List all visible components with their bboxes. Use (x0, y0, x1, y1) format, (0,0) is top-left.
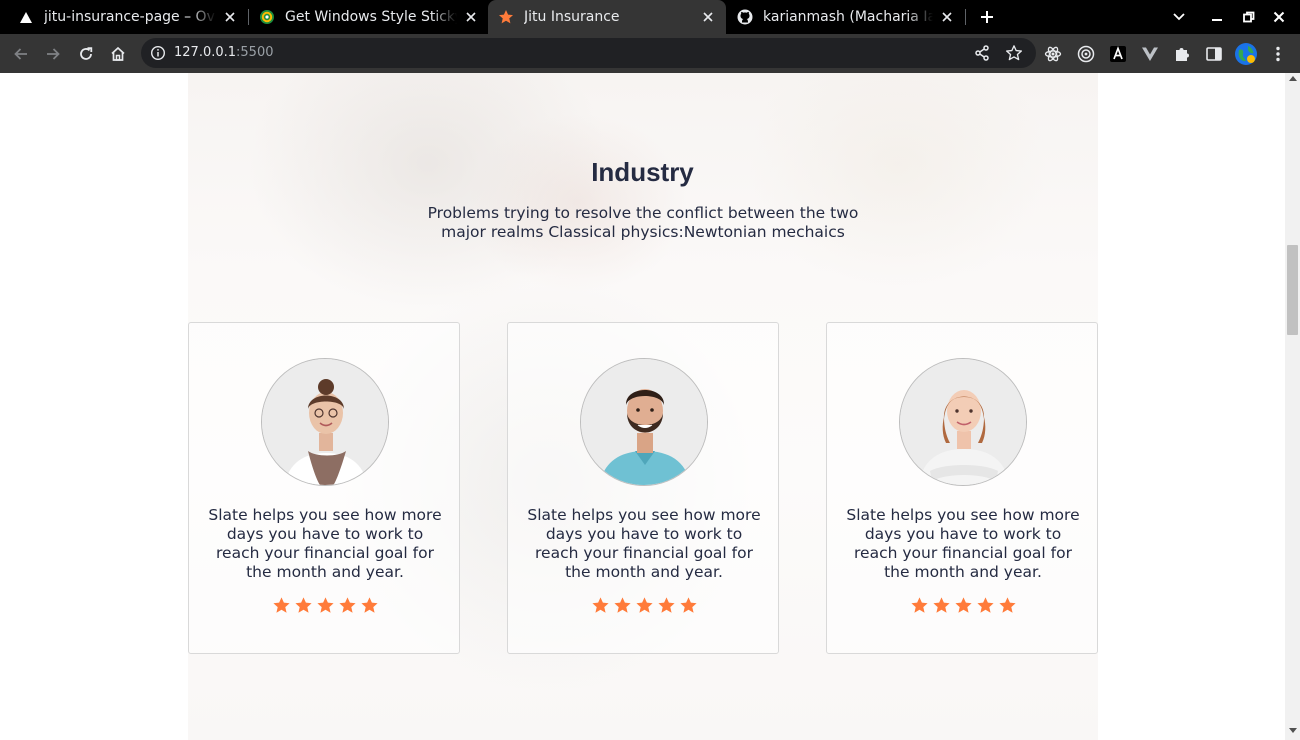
restore-icon (1243, 11, 1255, 23)
star-icon (613, 597, 631, 613)
star-icon (635, 597, 653, 613)
react-devtools-icon[interactable] (1043, 44, 1063, 64)
share-icon[interactable] (973, 44, 991, 62)
url-port: :5500 (236, 45, 274, 60)
woman-arms-crossed-portrait (900, 359, 1026, 485)
star-icon (360, 597, 378, 613)
star-icon (954, 597, 972, 613)
scroll-down-arrow-icon[interactable] (1285, 728, 1300, 738)
testimonial-text: Slate helps you see how more days you ha… (527, 506, 761, 581)
star-icon (998, 597, 1016, 613)
scrollbar-thumb[interactable] (1287, 245, 1298, 335)
profile-avatar[interactable] (1234, 42, 1258, 66)
menu-button[interactable] (1268, 44, 1288, 64)
letter-a-extension-icon[interactable] (1108, 44, 1128, 64)
url-host: 127.0.0.1 (174, 45, 237, 60)
star-rating (189, 596, 461, 615)
profile-globe-icon (1235, 43, 1257, 65)
forward-button[interactable] (41, 42, 65, 66)
testimonial-card: Slate helps you see how more days you ha… (507, 322, 779, 654)
avatar (899, 358, 1027, 486)
close-icon[interactable] (461, 7, 481, 27)
star-icon (910, 597, 928, 613)
tab-title: karianmash (Macharia Ian) (763, 9, 933, 25)
minimize-button[interactable] (1207, 7, 1227, 27)
github-icon (737, 9, 753, 25)
testimonial-text: Slate helps you see how more days you ha… (208, 506, 442, 581)
home-icon (111, 46, 125, 61)
puzzle-extensions-icon[interactable] (1172, 44, 1192, 64)
star-icon (316, 597, 334, 613)
new-tab-button[interactable] (975, 5, 999, 29)
close-icon[interactable] (698, 7, 718, 27)
site-info-icon[interactable] (150, 45, 166, 61)
tab-separator (965, 9, 966, 25)
reload-icon (80, 47, 93, 60)
avatar (580, 358, 708, 486)
browser-tab-jitu-insurance[interactable]: Jitu Insurance (488, 0, 726, 34)
star-rating (508, 596, 780, 615)
tab-search-button[interactable] (1169, 7, 1189, 27)
star-icon (932, 597, 950, 613)
back-button[interactable] (9, 42, 33, 66)
browser-tab-sticky-notes[interactable]: Get Windows Style Sticky Notes (241, 0, 489, 34)
close-window-button[interactable] (1269, 7, 1289, 27)
plus-icon (981, 11, 993, 23)
more-vertical-icon (1276, 46, 1280, 62)
avatar (261, 358, 389, 486)
browser-tab-strip: jitu-insurance-page – Overview Get Windo… (0, 0, 1300, 34)
side-panel-icon[interactable] (1204, 44, 1224, 64)
browser-tab-github[interactable]: karianmash (Macharia Ian) (727, 0, 965, 34)
close-icon[interactable] (937, 7, 957, 27)
section-subtitle: Problems trying to resolve the conflict … (427, 204, 859, 241)
page-viewport: Industry Problems trying to resolve the … (0, 73, 1285, 740)
woman-with-scarf-portrait (262, 359, 388, 485)
vercel-triangle-icon (18, 9, 34, 25)
address-bar[interactable]: 127.0.0.1:5500 (141, 38, 1036, 68)
arrow-right-icon (47, 48, 60, 60)
tab-title: Get Windows Style Sticky Notes (285, 9, 457, 25)
star-icon (591, 597, 609, 613)
home-button[interactable] (106, 42, 130, 66)
browser-tab-vercel[interactable]: jitu-insurance-page – Overview (0, 0, 248, 34)
arrow-left-icon (14, 48, 27, 60)
testimonial-text: Slate helps you see how more days you ha… (846, 506, 1080, 581)
testimonial-card: Slate helps you see how more days you ha… (188, 322, 460, 654)
star-rating (827, 596, 1099, 615)
close-icon[interactable] (220, 7, 240, 27)
bookmark-star-icon[interactable] (1005, 44, 1023, 62)
star-icon (657, 597, 675, 613)
chevron-down-icon (1173, 13, 1185, 21)
close-icon (1273, 11, 1285, 23)
star-icon (294, 597, 312, 613)
minimize-icon (1212, 19, 1222, 21)
target-extension-icon[interactable] (1076, 44, 1096, 64)
scroll-up-arrow-icon[interactable] (1285, 75, 1300, 85)
star-icon (976, 597, 994, 613)
orange-star-icon (498, 9, 514, 25)
tab-title: Jitu Insurance (524, 9, 620, 25)
star-icon (338, 597, 356, 613)
browser-toolbar: 127.0.0.1:5500 (0, 34, 1300, 73)
page-scrollbar[interactable] (1285, 73, 1300, 740)
testimonial-card: Slate helps you see how more days you ha… (826, 322, 1098, 654)
star-icon (272, 597, 290, 613)
tab-title: jitu-insurance-page – Overview (44, 9, 216, 25)
sticky-notes-icon (259, 9, 275, 25)
vue-devtools-icon[interactable] (1140, 44, 1160, 64)
reload-button[interactable] (74, 42, 98, 66)
bearded-man-portrait (581, 359, 707, 485)
url-text[interactable]: 127.0.0.1:5500 (174, 45, 274, 60)
restore-button[interactable] (1239, 7, 1259, 27)
star-icon (679, 597, 697, 613)
section-title: Industry (591, 157, 694, 187)
